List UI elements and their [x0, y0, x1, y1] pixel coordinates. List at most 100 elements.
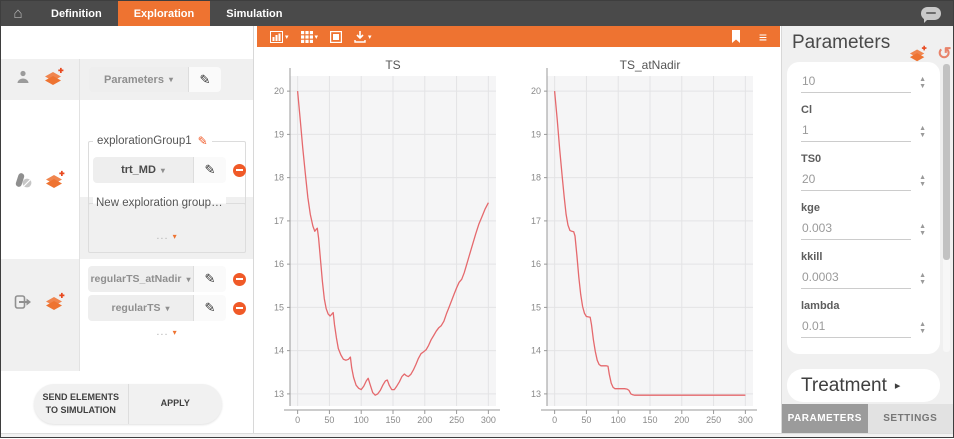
add-layer-icon[interactable] [908, 45, 928, 63]
export-menu[interactable]: ▾ [351, 31, 375, 43]
spinner-up-icon[interactable]: ▲ [919, 321, 926, 328]
window-bottom-strip [1, 433, 953, 437]
treatment-section-toggle[interactable]: Treatment ▸ [787, 369, 940, 402]
spinner-up-icon[interactable]: ▲ [919, 174, 926, 181]
ellipsis-label: ... [156, 326, 168, 338]
caret-down-icon: ▾ [173, 328, 178, 337]
output-dropdown[interactable]: regularTS ▾ [88, 295, 193, 321]
download-icon [354, 31, 366, 43]
add-layer-icon[interactable] [43, 67, 65, 87]
tab-parameters[interactable]: PARAMETERS [782, 404, 868, 433]
new-exploration-group-card[interactable]: New exploration group… ... ▾ [88, 203, 246, 253]
spinner-down-icon[interactable]: ▼ [919, 83, 926, 90]
tab-settings[interactable]: SETTINGS [868, 404, 954, 433]
svg-text:18: 18 [274, 173, 284, 183]
spinner-down-icon[interactable]: ▼ [919, 230, 926, 237]
spinner-up-icon[interactable]: ▲ [919, 223, 926, 230]
parameters-selector-label: Parameters [104, 74, 164, 86]
output-label: regularTS_atNadir [90, 273, 181, 285]
parameter-spinner: ▲ ▼ [919, 272, 926, 286]
tab-simulation[interactable]: Simulation [210, 1, 298, 26]
svg-text:15: 15 [531, 302, 541, 312]
spinner-up-icon[interactable]: ▲ [919, 272, 926, 279]
caret-down-icon: ▾ [315, 33, 319, 41]
caret-down-icon: ▾ [187, 275, 191, 284]
single-plot-layout-button[interactable] [327, 31, 345, 43]
treatment-dropdown[interactable]: trt_MD ▾ [93, 157, 193, 183]
remove-output-button[interactable] [233, 273, 246, 286]
exploration-group1-name: explorationGroup1 [97, 135, 192, 147]
treatment-label: trt_MD [121, 164, 156, 176]
ts-chart-canvas: 1314151617181920050100150200250300TS [254, 56, 511, 439]
parameter-value-input[interactable]: 20 [801, 170, 911, 191]
svg-text:17: 17 [274, 216, 284, 226]
spinner-down-icon[interactable]: ▼ [919, 132, 926, 139]
treatment-section-title: Treatment [801, 375, 887, 397]
bookmark-button[interactable] [728, 30, 744, 43]
chart-ts: 1314151617181920050100150200250300TS [254, 56, 511, 439]
parameter-value-input[interactable]: 1 [801, 121, 911, 142]
svg-text:200: 200 [674, 415, 689, 425]
svg-text:19: 19 [274, 129, 284, 139]
edit-treatment-button[interactable]: ✎ [193, 157, 226, 183]
svg-text:15: 15 [274, 302, 284, 312]
parameters-scrollbar-thumb[interactable] [943, 64, 950, 260]
parameter-label: Cl [801, 104, 926, 116]
edit-output-button[interactable]: ✎ [193, 295, 226, 321]
parameters-selector-dropdown[interactable]: Parameters ▾ [89, 67, 188, 92]
svg-text:13: 13 [274, 389, 284, 399]
parameter-value-input[interactable]: 0.0003 [801, 268, 911, 289]
add-layer-icon[interactable] [44, 292, 66, 312]
ellipsis-label: ... [156, 230, 168, 242]
spinner-down-icon[interactable]: ▼ [919, 328, 926, 335]
caret-down-icon: ▾ [173, 232, 178, 241]
plot-type-menu[interactable]: ▾ [267, 31, 292, 43]
svg-text:14: 14 [274, 346, 284, 356]
remove-treatment-button[interactable] [233, 164, 246, 177]
svg-text:50: 50 [324, 415, 334, 425]
spinner-up-icon[interactable]: ▲ [919, 125, 926, 132]
output-section-icons [1, 292, 79, 312]
svg-text:0: 0 [295, 415, 300, 425]
plots-menu-button[interactable]: ≡ [756, 29, 770, 45]
svg-text:20: 20 [531, 86, 541, 96]
svg-text:250: 250 [706, 415, 721, 425]
add-layer-icon[interactable] [44, 170, 66, 190]
parameter-field: TS0 20 ▲ ▼ [801, 153, 926, 191]
remove-output-button[interactable] [233, 302, 246, 315]
parameter-value-input[interactable]: 0.003 [801, 219, 911, 240]
svg-text:20: 20 [274, 86, 284, 96]
output-dropdown[interactable]: regularTS_atNadir ▾ [88, 266, 193, 292]
parameter-spinner: ▲ ▼ [919, 223, 926, 237]
spinner-down-icon[interactable]: ▼ [919, 181, 926, 188]
exploration-elements-panel: Parameters ▾ ✎ explorationGroup1 ✎ trt_M… [1, 26, 254, 437]
svg-text:13: 13 [531, 389, 541, 399]
more-output-elements[interactable]: ... ▾ [88, 326, 246, 338]
apply-button[interactable]: APPLY [129, 384, 223, 424]
home-icon[interactable]: ⌂ [1, 1, 35, 26]
svg-text:300: 300 [738, 415, 753, 425]
send-elements-to-simulation-button[interactable]: SEND ELEMENTS TO SIMULATION [34, 384, 129, 424]
parameters-selector-row: Parameters ▾ ✎ [89, 67, 221, 92]
svg-text:100: 100 [611, 415, 626, 425]
spinner-up-icon[interactable]: ▲ [919, 76, 926, 83]
edit-parameters-button[interactable]: ✎ [188, 67, 221, 92]
more-new-group-elements[interactable]: ... ▾ [89, 230, 245, 242]
tab-exploration[interactable]: Exploration [118, 1, 211, 26]
spinner-down-icon[interactable]: ▼ [919, 279, 926, 286]
parameter-value-input[interactable]: 0.01 [801, 317, 911, 338]
svg-text:TS: TS [385, 58, 400, 72]
reset-parameters-icon[interactable]: ↺ [937, 44, 951, 64]
parameter-spinner: ▲ ▼ [919, 321, 926, 335]
tab-definition[interactable]: Definition [35, 1, 118, 26]
parameter-label: kkill [801, 251, 926, 263]
new-exploration-group-label: New exploration group… [93, 197, 226, 209]
grid-layout-menu[interactable]: ▾ [298, 31, 322, 43]
topbar-spacer [298, 1, 921, 26]
chat-bubble-icon[interactable] [921, 7, 941, 20]
svg-text:150: 150 [642, 415, 657, 425]
parameter-value-input[interactable]: 10 [801, 72, 911, 93]
edit-output-button[interactable]: ✎ [193, 266, 226, 292]
rename-group-icon[interactable]: ✎ [198, 134, 208, 148]
svg-text:TS_atNadir: TS_atNadir [620, 58, 681, 72]
